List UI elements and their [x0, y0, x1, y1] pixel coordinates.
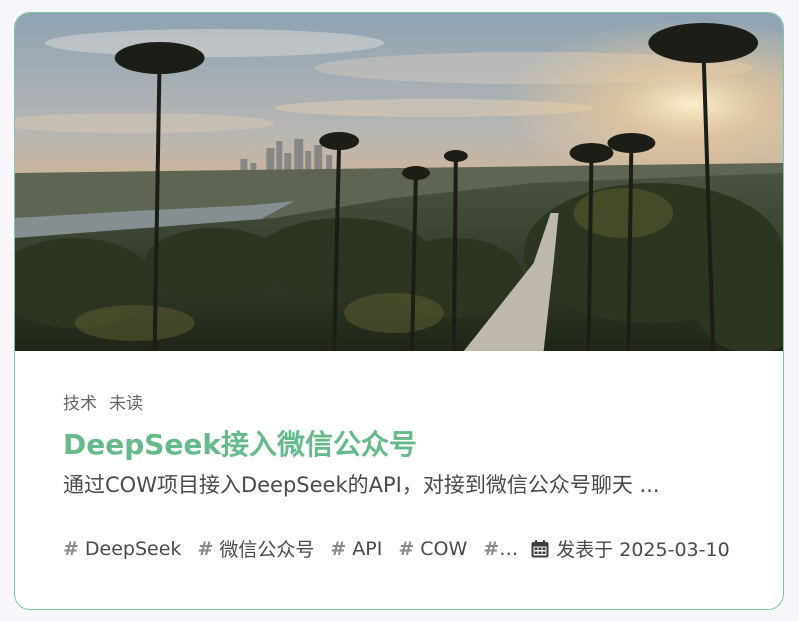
post-footer: # DeepSeek # 微信公众号 # API # COW # … 发表于 2… [63, 535, 753, 562]
post-title[interactable]: DeepSeek接入微信公众号 [63, 425, 753, 465]
date-label: 发表于 2025-03-10 [556, 539, 730, 561]
hash-icon: # [330, 537, 347, 560]
hash-icon: # [63, 537, 79, 560]
hash-icon: # [197, 537, 214, 560]
category-row: 技术 未读 [63, 389, 753, 414]
post-date: 发表于 2025-03-10 [530, 535, 730, 562]
calendar-icon [531, 539, 549, 557]
tag-label: 微信公众号 [219, 539, 315, 561]
hash-icon: # [398, 537, 415, 560]
tag-label: API [352, 537, 383, 560]
post-info: 技术 未读 DeepSeek接入微信公众号 通过COW项目接入DeepSeek的… [63, 389, 753, 561]
cover-image[interactable] [15, 13, 783, 351]
tag-cow[interactable]: # COW [398, 538, 467, 560]
category-unread[interactable]: 未读 [109, 389, 143, 414]
tag-wechat-official[interactable]: # 微信公众号 [197, 535, 314, 562]
tag-label: COW [420, 537, 468, 560]
tag-label: DeepSeek [84, 537, 182, 560]
tag-overflow[interactable]: # … [483, 538, 518, 560]
post-summary: 通过COW项目接入DeepSeek的API，对接到微信公众号聊天 ... [63, 473, 660, 497]
tag-ellipsis: … [499, 537, 519, 560]
post-card[interactable]: 技术 未读 DeepSeek接入微信公众号 通过COW项目接入DeepSeek的… [14, 12, 784, 610]
tag-deepseek[interactable]: # DeepSeek [63, 538, 181, 560]
tag-api[interactable]: # API [330, 538, 382, 560]
category-tech[interactable]: 技术 [63, 389, 97, 414]
hash-icon: # [483, 537, 500, 560]
